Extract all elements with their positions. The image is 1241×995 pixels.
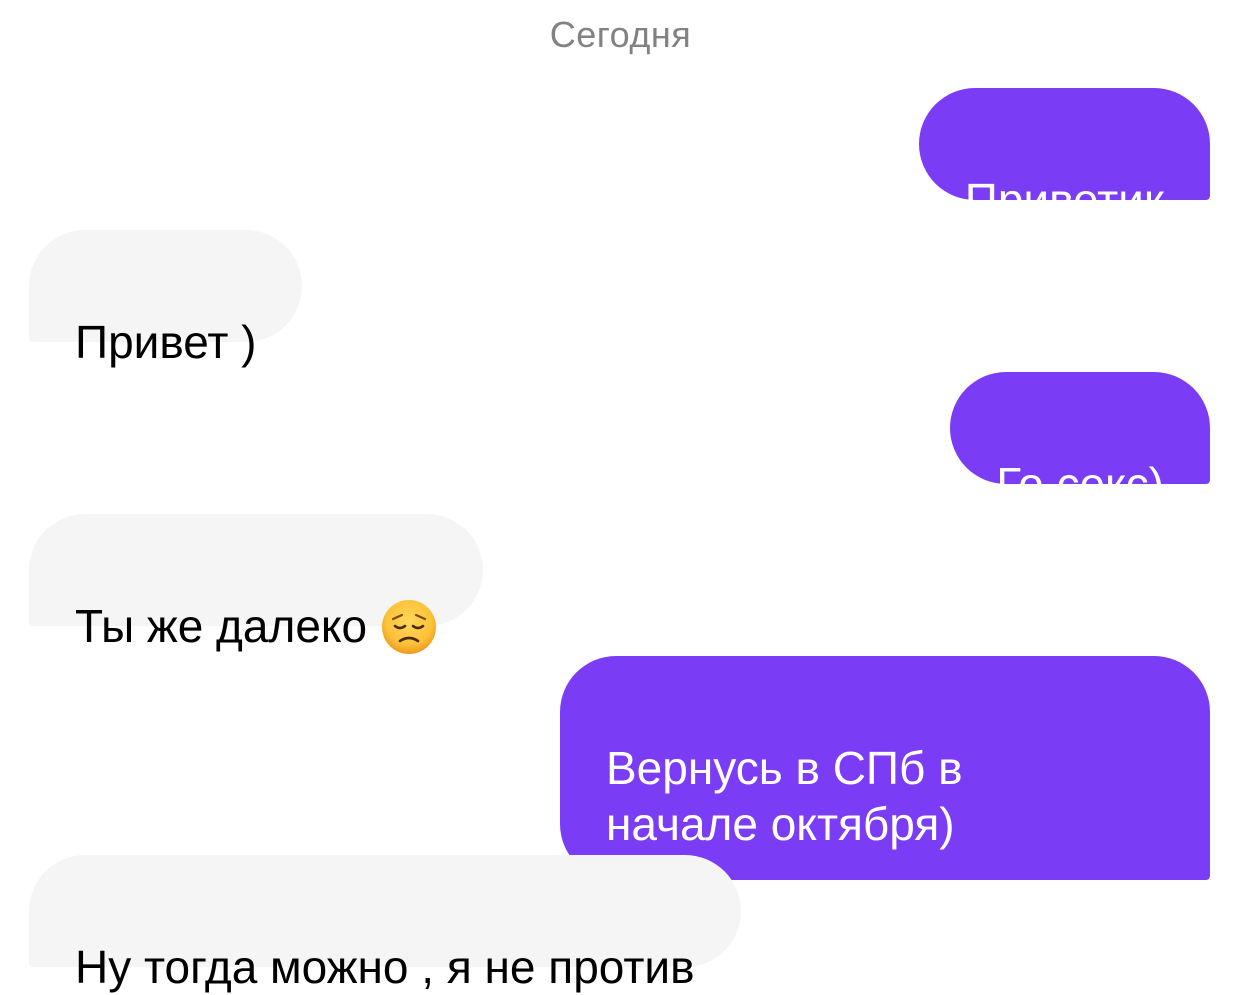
message-bubble-outgoing[interactable]: Приветик [918,88,1210,226]
message-bubble-outgoing[interactable]: Го секс) [950,372,1210,510]
disappointed-face-icon [382,599,437,654]
message-text: Вернусь в СПб в начале октября) [606,742,963,850]
message-bubble-incoming[interactable]: Ты же далеко [29,514,484,654]
chat-date-separator: Сегодня [549,14,692,55]
message-bubble-incoming[interactable]: Привет ) [29,230,303,368]
message-text: Приветик [964,174,1164,226]
message-text: Ты же далеко [75,600,368,652]
message-text: Ну тогда можно , я не против [75,941,695,993]
message-bubble-outgoing[interactable]: Вернусь в СПб в начале октября) [560,656,1210,880]
message-bubble-incoming[interactable]: Ну тогда можно , я не против [29,855,741,993]
message-text: Го секс) [996,458,1164,510]
message-text: Привет ) [75,316,257,368]
